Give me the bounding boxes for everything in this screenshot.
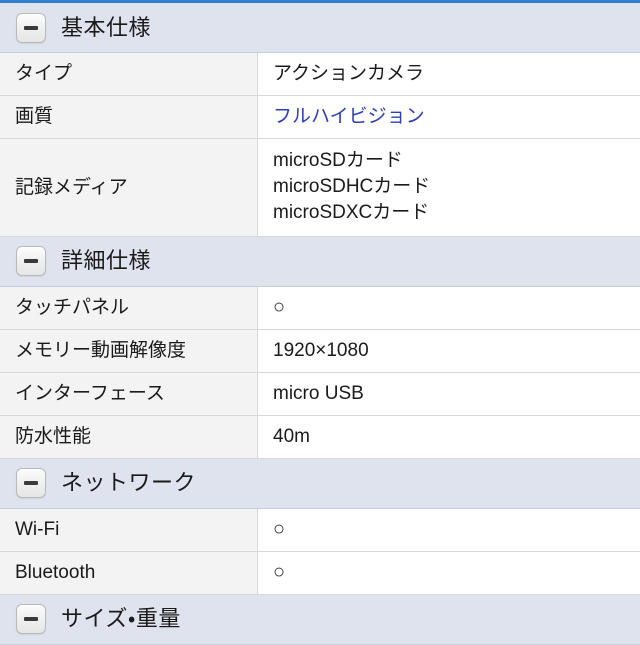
spec-label: 画質 [0,96,258,138]
section-header-basic-spec[interactable]: 基本仕様 [0,3,640,53]
section-title: 基本仕様 [61,14,152,40]
spec-row: タイプ アクションカメラ [0,53,640,96]
circle-mark-icon: ○ [258,508,640,551]
section-title: 詳細仕様 [61,248,152,274]
spec-label: Bluetooth [0,551,258,594]
spec-row: Bluetooth ○ [0,551,640,595]
minus-icon [24,259,38,264]
section-header-size-weight[interactable]: サイズ・重量 [0,594,640,645]
spec-label: メモリー動画解像度 [0,329,258,372]
section-header-detail-spec[interactable]: 詳細仕様 [0,236,640,287]
collapse-toggle-basic-spec[interactable] [16,12,46,43]
collapse-toggle-network[interactable] [16,468,46,499]
spec-row: メモリー動画解像度 1920×1080 [0,329,640,373]
spec-row: 防水性能 40m [0,415,640,459]
spec-value: アクションカメラ [258,53,640,95]
section-header-network[interactable]: ネットワーク [0,458,640,509]
spec-row: 画質 フルハイビジョン [0,96,640,139]
collapse-toggle-detail-spec[interactable] [16,246,46,277]
spec-label: 記録メディア [0,139,258,236]
spec-row: 記録メディア microSDカード microSDHCカード microSDXCカ… [0,139,640,237]
spec-label: タイプ [0,53,258,95]
section-title: ネットワーク [61,470,197,496]
section-title: サイズ・重量 [61,606,181,632]
spec-label: タッチパネル [0,286,258,329]
minus-icon [24,481,38,486]
spec-row: タッチパネル ○ [0,286,640,330]
spec-value: 40m [258,415,640,458]
spec-value: micro USB [258,372,640,415]
spec-value: 1920×1080 [258,329,640,372]
spec-sheet: 基本仕様タイプ アクションカメラ 画質 フルハイビジョン 記録メディア microSDカー… [0,0,640,645]
spec-value: microSDカード microSDHCカード microSDXCカード [258,139,640,236]
spec-label: インターフェース [0,372,258,415]
spec-label: 防水性能 [0,415,258,458]
spec-row: Wi-Fi ○ [0,508,640,552]
circle-mark-icon: ○ [258,286,640,329]
spec-label: Wi-Fi [0,508,258,551]
minus-icon [24,617,38,622]
spec-row: インターフェース micro USB [0,372,640,416]
circle-mark-icon: ○ [258,551,640,594]
collapse-toggle-size-weight[interactable] [16,604,46,635]
spec-value-link[interactable]: フルハイビジョン [258,96,640,138]
minus-icon [24,25,38,30]
